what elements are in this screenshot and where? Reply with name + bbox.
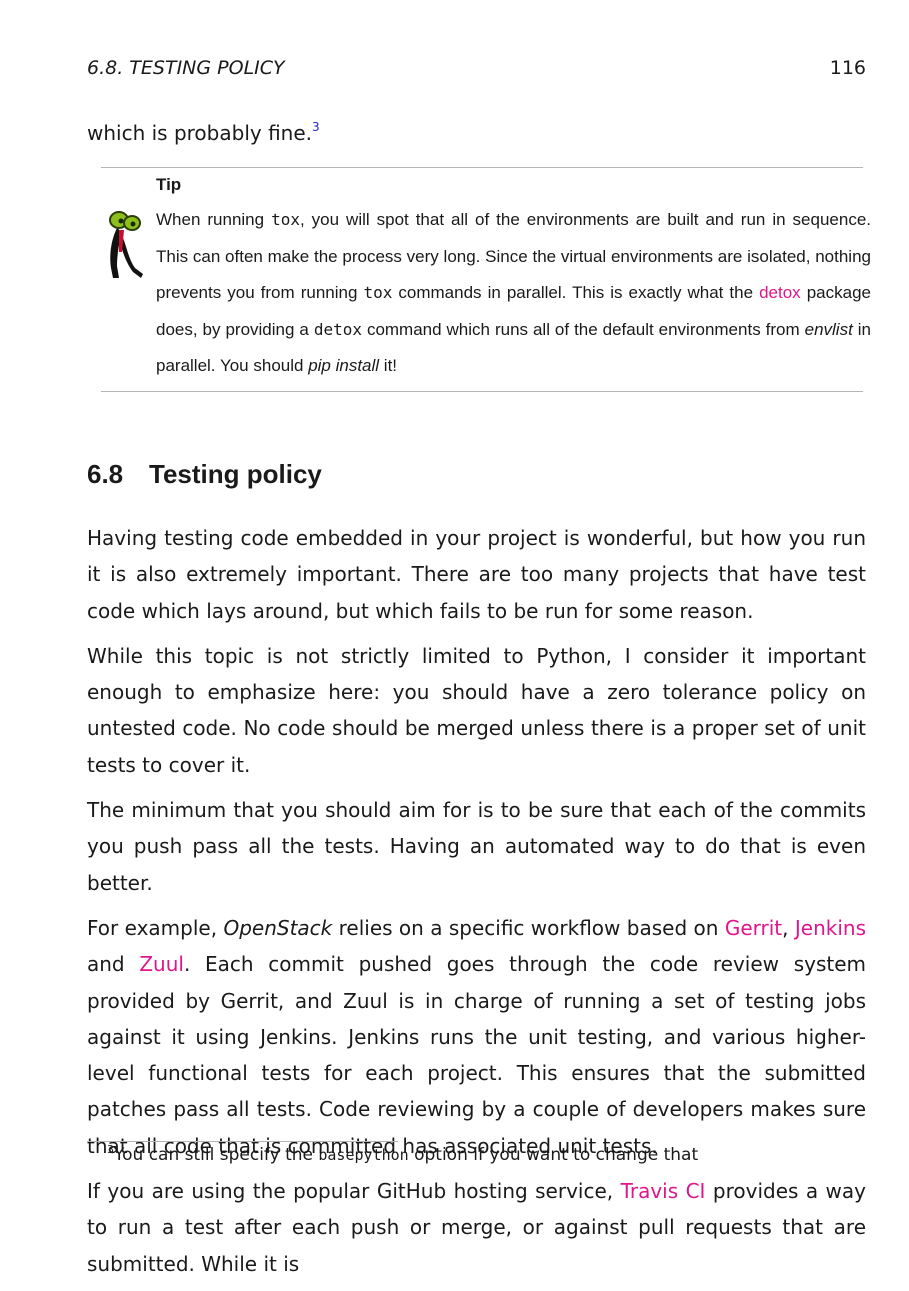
section-title: Testing policy bbox=[149, 459, 322, 489]
text-run: For example, bbox=[87, 915, 224, 940]
footnote-reference[interactable]: 3 bbox=[312, 120, 320, 134]
text-run: relies on a specific workflow based on bbox=[332, 915, 725, 940]
text-run: . Each commit pushed goes through the co… bbox=[87, 952, 867, 1158]
text-run: If you are using the popular GitHub host… bbox=[87, 1179, 621, 1204]
paragraph: The minimum that you should aim for is t… bbox=[87, 798, 866, 895]
running-header: 6.8. TESTING POLICY 116 bbox=[87, 55, 866, 81]
tip-mascot-icon bbox=[109, 211, 143, 278]
code-tox: tox bbox=[363, 283, 393, 303]
tip-text: When running tox, you will spot that all… bbox=[156, 202, 871, 385]
footnote: 3You can still specify the basepython op… bbox=[107, 1143, 698, 1167]
emphasis-pip-install: pip install bbox=[308, 356, 380, 376]
code-tox: tox bbox=[271, 210, 300, 229]
zuul-link[interactable]: Zuul bbox=[139, 952, 184, 976]
section-heading: 6.8 Testing policy bbox=[87, 458, 322, 490]
tip-box: Tip When running tox, you will spot that… bbox=[101, 167, 871, 392]
jenkins-link[interactable]: Jenkins bbox=[795, 916, 866, 940]
emphasis-envlist: envlist bbox=[804, 319, 853, 339]
paragraph: Having testing code embedded in your pro… bbox=[87, 526, 866, 623]
emphasis-openstack: OpenStack bbox=[223, 915, 333, 940]
gerrit-link[interactable]: Gerrit bbox=[725, 916, 782, 940]
tip-text-run: commands in parallel. This is exactly wh… bbox=[392, 283, 760, 303]
footnote-mark: 3 bbox=[107, 1143, 114, 1156]
footnote-text: You can still specify the bbox=[114, 1145, 319, 1165]
tip-title: Tip bbox=[156, 175, 182, 194]
page: 6.8. TESTING POLICY 116 which is probabl… bbox=[87, 0, 871, 1286]
lead-text: which is probably fine. bbox=[87, 121, 312, 145]
tip-text-run: When running bbox=[156, 210, 272, 229]
lead-sentence: which is probably fine.3 bbox=[87, 119, 320, 147]
code-detox: detox bbox=[313, 319, 362, 339]
footnote-rule bbox=[87, 1141, 398, 1142]
section-number: 6.8 bbox=[87, 459, 124, 489]
code-basepython: basepython bbox=[318, 1146, 409, 1164]
paragraph: For example, OpenStack relies on a speci… bbox=[87, 910, 866, 1164]
footnote-text: option if you want to change that bbox=[408, 1145, 699, 1165]
page-number: 116 bbox=[829, 57, 866, 79]
tip-content: Tip When running tox, you will spot that… bbox=[156, 174, 871, 385]
text-run: , bbox=[782, 915, 795, 940]
running-header-section: 6.8. TESTING POLICY bbox=[87, 57, 285, 79]
body-text: Having testing code embedded in your pro… bbox=[87, 520, 866, 1291]
travis-ci-link[interactable]: Travis CI bbox=[621, 1179, 706, 1203]
text-run: and bbox=[87, 952, 140, 977]
paragraph: If you are using the popular GitHub host… bbox=[87, 1173, 866, 1282]
paragraph: While this topic is not strictly limited… bbox=[87, 643, 866, 777]
tip-text-run: command which runs all of the default en… bbox=[361, 319, 805, 339]
tip-text-run: it! bbox=[379, 356, 398, 376]
detox-link[interactable]: detox bbox=[759, 283, 801, 302]
